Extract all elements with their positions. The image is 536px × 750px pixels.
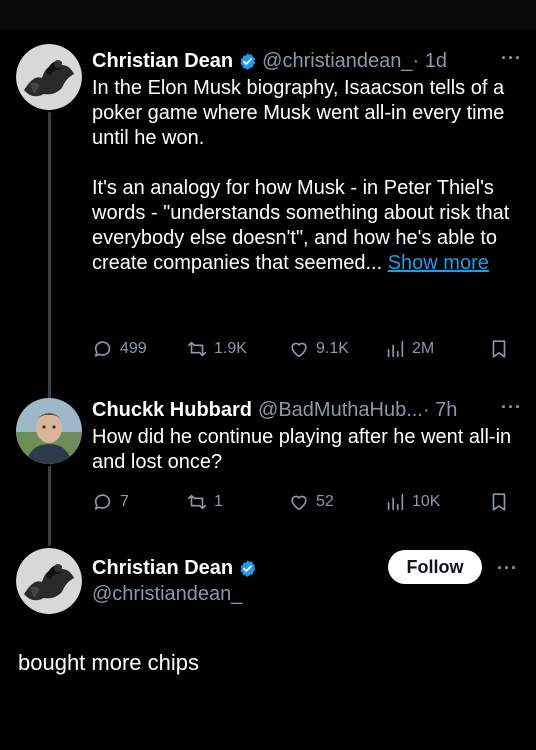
tweet-text: bought more chips <box>18 650 199 675</box>
bookmark-button[interactable] <box>488 491 510 513</box>
tweet-header: Christian Dean <box>92 555 382 581</box>
views-button[interactable]: 10K <box>384 491 440 513</box>
more-options-icon[interactable]: ··· <box>501 397 522 418</box>
tweet-main: Christian Dean @christiandean_ · 1d ··· … <box>92 48 522 276</box>
author-handle[interactable]: @BadMuthaHub... <box>258 399 423 422</box>
tweet-paragraph: How did he continue playing after he wen… <box>92 426 512 473</box>
show-more-link[interactable]: Show more <box>388 252 489 274</box>
avatar[interactable] <box>16 44 82 110</box>
analytics-icon <box>387 493 404 511</box>
reply-button[interactable]: 7 <box>92 491 129 513</box>
like-count: 9.1K <box>316 340 349 357</box>
avatar[interactable] <box>16 548 82 614</box>
author-handle[interactable]: @christiandean_ <box>262 50 412 73</box>
author-handle[interactable]: @christiandean_ <box>92 583 382 606</box>
like-button[interactable]: 52 <box>288 491 334 513</box>
tweet-paragraph: It's an analogy for how Musk - in Peter … <box>92 176 522 276</box>
repost-icon <box>187 341 207 357</box>
views-button[interactable]: 2M <box>384 338 434 360</box>
views-count: 2M <box>412 340 435 357</box>
reply-count: 7 <box>120 493 129 510</box>
avatar[interactable] <box>16 398 82 464</box>
follow-button[interactable]: Follow <box>388 550 482 584</box>
reply-icon <box>94 494 111 510</box>
tweet-reply: Chuckk Hubbard @BadMuthaHub... · 7h ··· … <box>92 397 522 475</box>
verified-badge-icon <box>238 52 257 71</box>
tweet-timestamp[interactable]: · 7h <box>423 399 457 422</box>
author-name[interactable]: Chuckk Hubbard <box>92 399 252 422</box>
repost-count: 1.9K <box>214 340 247 357</box>
like-button[interactable]: 9.1K <box>288 338 349 360</box>
tweet-header: Christian Dean @christiandean_ · 1d ··· <box>92 48 522 74</box>
author-name[interactable]: Christian Dean <box>92 50 233 73</box>
like-count: 52 <box>316 493 334 510</box>
bookmark-button[interactable] <box>488 338 510 360</box>
heart-icon <box>291 495 307 511</box>
tweet-text: In the Elon Musk biography, Isaacson tel… <box>92 76 522 276</box>
views-count: 10K <box>412 493 441 510</box>
more-options-icon[interactable]: ··· <box>497 558 536 579</box>
top-bar <box>0 0 536 30</box>
profile-card: Christian Dean @christiandean_ <box>92 555 382 606</box>
tweet-actions: 7 1 52 10K <box>92 489 522 515</box>
verified-badge-icon <box>238 559 257 578</box>
heart-icon <box>291 342 307 358</box>
reply-count: 499 <box>120 340 147 357</box>
thread-line <box>48 112 51 402</box>
reply-icon <box>94 341 111 357</box>
tweet-timestamp[interactable]: · 1d <box>413 50 447 73</box>
tweet-header: Chuckk Hubbard @BadMuthaHub... · 7h ··· <box>92 397 522 423</box>
repost-button[interactable]: 1 <box>186 491 223 513</box>
repost-button[interactable]: 1.9K <box>186 338 247 360</box>
repost-icon <box>187 494 207 510</box>
author-name[interactable]: Christian Dean <box>92 557 233 580</box>
bookmark-icon <box>492 340 506 358</box>
tweet-text: How did he continue playing after he wen… <box>92 425 522 475</box>
more-options-icon[interactable]: ··· <box>501 48 522 69</box>
tweet-paragraph: In the Elon Musk biography, Isaacson tel… <box>92 77 505 149</box>
tweet-actions: 499 1.9K 9.1K 2M <box>92 336 522 362</box>
analytics-icon <box>387 340 404 358</box>
thread-line <box>48 466 51 546</box>
repost-count: 1 <box>214 493 223 510</box>
reply-button[interactable]: 499 <box>92 338 147 360</box>
bookmark-icon <box>492 493 506 511</box>
